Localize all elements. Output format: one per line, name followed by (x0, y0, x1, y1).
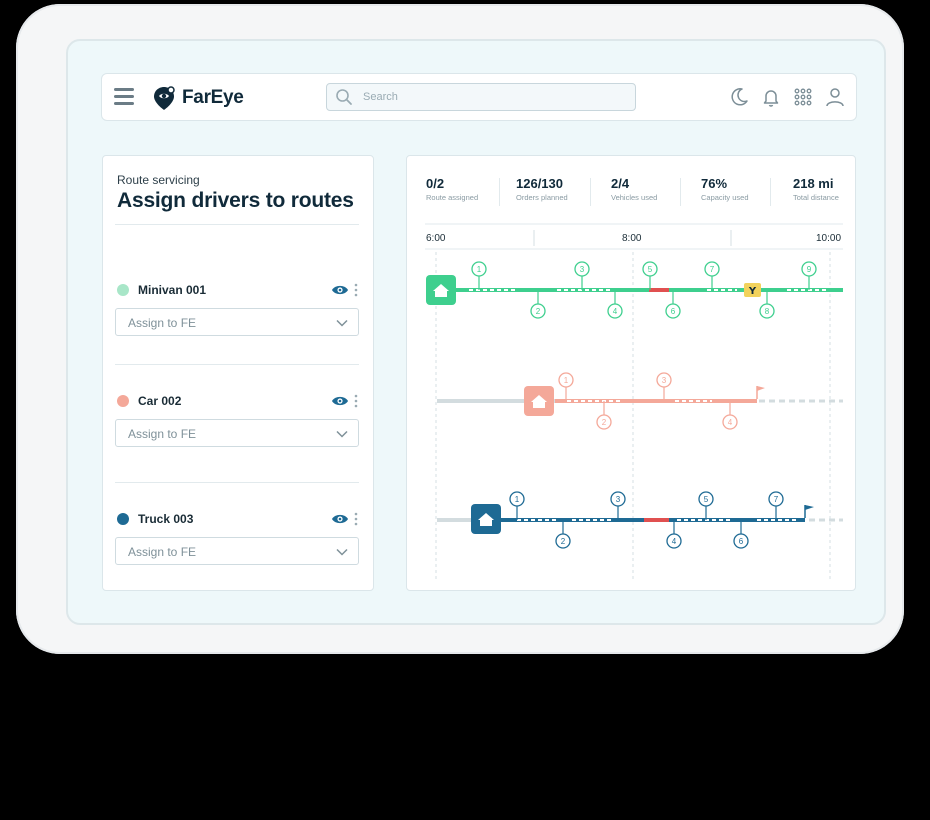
stop-number: 7 (710, 265, 715, 274)
more-options-icon[interactable] (353, 393, 359, 409)
stop-marker-4[interactable]: 4 (722, 401, 738, 430)
end-flag-icon (756, 386, 765, 399)
stop-marker-4[interactable]: 4 (607, 290, 623, 319)
stop-marker-6[interactable]: 6 (733, 520, 749, 549)
stop-marker-8[interactable]: 8 (759, 290, 775, 319)
stop-number: 2 (561, 537, 566, 546)
stop-number: 4 (613, 307, 618, 316)
stop-marker-5[interactable]: 5 (642, 261, 658, 290)
route-minivan-001[interactable]: Y (426, 275, 843, 305)
stop-number: 2 (536, 307, 541, 316)
tablet-frame: FarEye Search Route servicing Assign dri… (16, 4, 904, 654)
time-label-6: 6:00 (426, 233, 446, 244)
stop-marker-6[interactable]: 6 (665, 290, 681, 319)
stop-number: 1 (477, 265, 482, 274)
stop-number: 7 (774, 495, 779, 504)
stop-number: 4 (672, 537, 677, 546)
dark-mode-moon-icon[interactable] (728, 86, 750, 108)
stop-number: 5 (648, 265, 653, 274)
assign-fe-value: Assign to FE (128, 316, 197, 330)
time-label-8: 8:00 (622, 233, 642, 244)
vehicle-name: Minivan 001 (138, 283, 207, 297)
search-icon (336, 89, 352, 105)
stop-number: 5 (704, 495, 709, 504)
divider (115, 224, 359, 225)
vehicle-color-dot (117, 284, 129, 296)
stop-marker-9[interactable]: 9 (801, 261, 817, 290)
assign-fe-dropdown[interactable]: Assign to FE (115, 308, 359, 336)
stop-number: 2 (602, 418, 607, 427)
route-timeline-chart: 6:00 8:00 10:00 Y 1 2 3456789 1234 1234567 (425, 223, 843, 580)
stop-marker-7[interactable]: 7 (768, 491, 784, 520)
fareye-logo-icon (154, 86, 175, 110)
more-options-icon[interactable] (353, 511, 359, 527)
assign-fe-value: Assign to FE (128, 427, 197, 441)
brand-logo[interactable]: FarEye (150, 82, 244, 114)
visibility-eye-icon[interactable] (331, 283, 349, 297)
route-assignment-panel: Route servicing Assign drivers to routes… (102, 155, 374, 591)
stop-number: 3 (616, 495, 621, 504)
stop-marker-2[interactable]: 2 (555, 520, 571, 549)
stop-marker-1[interactable]: 1 (471, 261, 487, 290)
stop-number: 3 (662, 376, 667, 385)
stop-marker-1[interactable]: 1 (509, 491, 525, 520)
route-timeline-panel: 0/2 Route assigned 126/130 Orders planne… (406, 155, 856, 591)
stop-marker-2[interactable]: 2 (596, 401, 612, 430)
stop-marker-2[interactable]: 2 (530, 290, 546, 319)
search-bar[interactable]: Search (326, 83, 636, 111)
chevron-down-icon (336, 548, 348, 556)
notification-bell-icon[interactable] (760, 86, 782, 108)
end-flag-icon (804, 505, 814, 518)
visibility-eye-icon[interactable] (331, 394, 349, 408)
stop-number: 1 (564, 376, 569, 385)
assign-fe-value: Assign to FE (128, 545, 197, 559)
vehicle-color-dot (117, 513, 129, 525)
more-options-icon[interactable] (353, 282, 359, 298)
stop-number: 6 (671, 307, 676, 316)
stop-marker-4[interactable]: 4 (666, 520, 682, 549)
time-label-10: 10:00 (816, 233, 841, 244)
app-screen: FarEye Search Route servicing Assign dri… (66, 39, 886, 625)
route-truck-003[interactable] (437, 504, 843, 534)
vehicle-color-dot (117, 395, 129, 407)
apps-grid-icon[interactable] (792, 86, 814, 108)
stop-marker-1[interactable]: 1 (558, 372, 574, 401)
assign-fe-dropdown[interactable]: Assign to FE (115, 419, 359, 447)
stop-marker-5[interactable]: 5 (698, 491, 714, 520)
page-subtitle: Route servicing (117, 173, 200, 187)
stop-number: 8 (765, 307, 770, 316)
divider (115, 482, 359, 483)
stop-number: 9 (807, 265, 812, 274)
chevron-down-icon (336, 319, 348, 327)
divider (115, 364, 359, 365)
svg-text:Y: Y (748, 286, 757, 297)
stop-marker-3[interactable]: 3 (574, 261, 590, 290)
assign-fe-dropdown[interactable]: Assign to FE (115, 537, 359, 565)
stop-number: 1 (515, 495, 520, 504)
page-title: Assign drivers to routes (117, 189, 354, 212)
route-car-002[interactable] (437, 386, 843, 416)
chevron-down-icon (336, 430, 348, 438)
stop-number: 6 (739, 537, 744, 546)
stop-number: 4 (728, 418, 733, 427)
brand-name: FarEye (182, 87, 244, 108)
stop-marker-3[interactable]: 3 (656, 372, 672, 401)
stop-number: 3 (580, 265, 585, 274)
stop-marker-7[interactable]: 7 (704, 261, 720, 290)
hamburger-menu-icon[interactable] (114, 88, 134, 105)
vehicle-name: Truck 003 (138, 512, 194, 526)
visibility-eye-icon[interactable] (331, 512, 349, 526)
user-profile-icon[interactable] (824, 86, 846, 108)
top-bar: FarEye Search (101, 73, 857, 121)
vehicle-name: Car 002 (138, 394, 182, 408)
stop-marker-3[interactable]: 3 (610, 491, 626, 520)
search-placeholder: Search (363, 91, 398, 103)
